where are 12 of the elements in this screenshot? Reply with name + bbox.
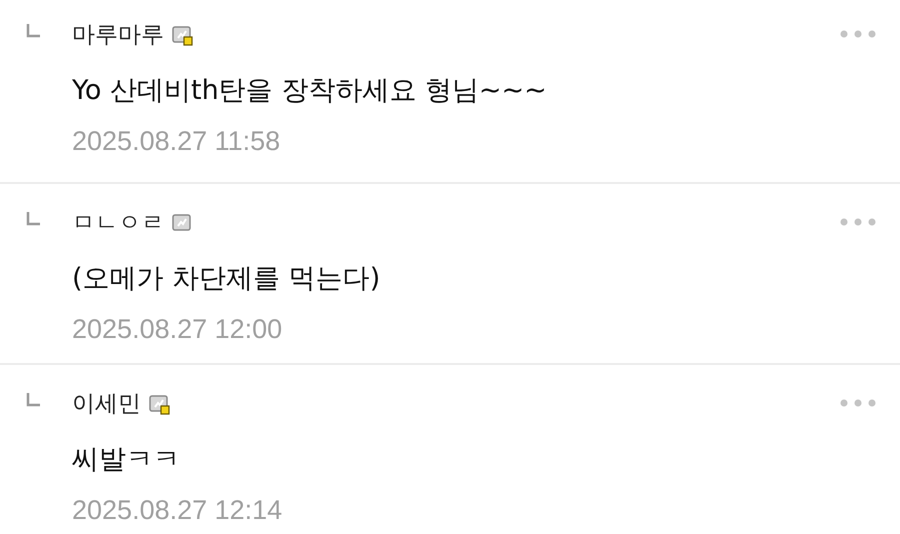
more-options-icon[interactable] (838, 28, 878, 40)
comment-date: 2025.08.27 12:14 (72, 495, 284, 526)
author-name[interactable]: ㅁㄴㅇㄹ (72, 206, 164, 238)
author-name[interactable]: 이세민 (72, 388, 141, 418)
comment-text: 씨발ㅋㅋ (72, 443, 181, 477)
author-name[interactable]: 마루마루 (72, 18, 164, 50)
comment-date: 2025.08.27 11:58 (72, 126, 282, 157)
comment-text: (오메가 차단제를 먹는다) (72, 262, 382, 296)
comment-date: 2025.08.27 12:00 (72, 314, 284, 345)
more-options-icon[interactable] (838, 216, 878, 228)
more-options-icon[interactable] (838, 397, 878, 409)
comment-text: Yo 산데비th탄을 장착하세요 형님~~~ (72, 74, 548, 108)
